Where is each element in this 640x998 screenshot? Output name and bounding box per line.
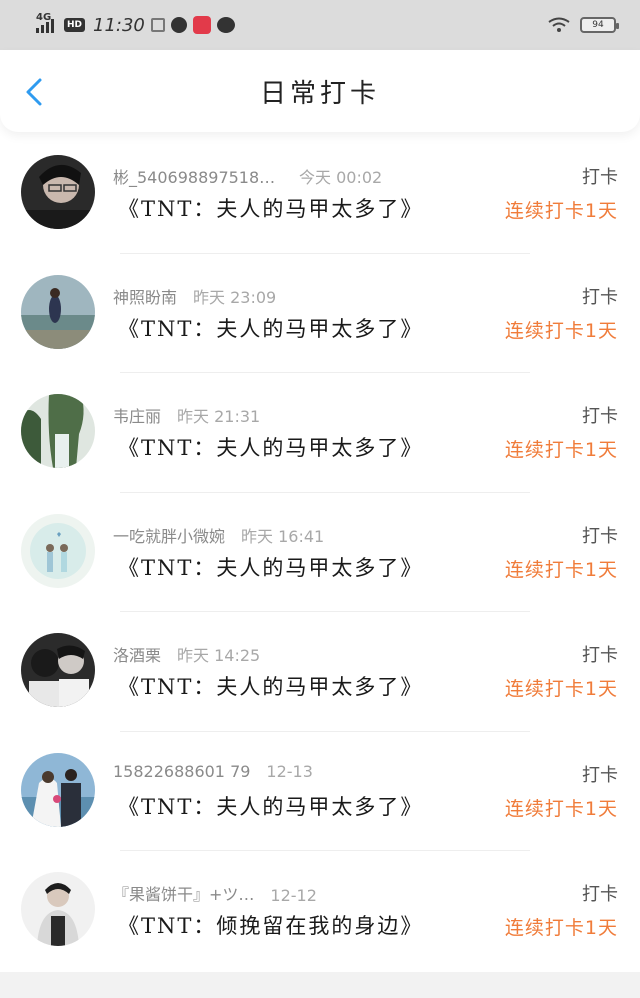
- book-title[interactable]: 《TNT：夫人的马甲太多了》: [118, 791, 423, 821]
- signal-icon: 4G: [36, 12, 54, 33]
- bottom-edge: [0, 972, 640, 998]
- entry-meta: 韦庄丽 昨天 21:31: [113, 403, 260, 427]
- username[interactable]: 彬_5406988975180…: [113, 164, 283, 188]
- checkin-label: 打卡: [582, 764, 618, 786]
- avatar[interactable]: [21, 155, 95, 229]
- list-item[interactable]: 神照盼南 昨天 23:09 《TNT：夫人的马甲太多了》 打卡 连续打卡1天: [0, 254, 640, 373]
- checkin-list: 彬_5406988975180… 今天 00:02 《TNT：夫人的马甲太多了》 …: [0, 134, 640, 971]
- timestamp: 今天 00:02: [299, 168, 383, 187]
- battery-icon: 94: [580, 17, 619, 33]
- book-title[interactable]: 《TNT：夫人的马甲太多了》: [118, 552, 423, 582]
- list-item[interactable]: 彬_5406988975180… 今天 00:02 《TNT：夫人的马甲太多了》 …: [0, 134, 640, 254]
- timestamp: 昨天 16:41: [241, 526, 325, 546]
- book-title[interactable]: 《TNT：倾挽留在我的身边》: [118, 910, 423, 940]
- avatar[interactable]: [21, 872, 95, 946]
- streak-label: 连续打卡1天: [504, 678, 618, 700]
- username[interactable]: 『果酱饼干』+ツ…: [113, 881, 254, 905]
- book-title[interactable]: 《TNT：夫人的马甲太多了》: [118, 432, 423, 462]
- clock: 11:30: [93, 14, 145, 36]
- list-item[interactable]: 『果酱饼干』+ツ… 12-12 《TNT：倾挽留在我的身边》 打卡 连续打卡1天: [0, 851, 640, 971]
- entry-meta: 一吃就胖小微婉 昨天 16:41: [113, 523, 324, 547]
- timestamp: 昨天 23:09: [193, 287, 277, 307]
- entry-meta: 彬_5406988975180… 今天 00:02: [113, 164, 382, 188]
- checkin-label: 打卡: [582, 286, 618, 308]
- status-left: 4G HD 11:30: [36, 12, 235, 36]
- screenshot-icon: [150, 18, 165, 32]
- battery-level: 94: [592, 20, 604, 30]
- checkin-label: 打卡: [582, 645, 618, 666]
- avatar[interactable]: [21, 752, 95, 827]
- book-title[interactable]: 《TNT：夫人的马甲太多了》: [118, 313, 423, 343]
- checkin-label: 打卡: [582, 884, 618, 905]
- book-title[interactable]: 《TNT：夫人的马甲太多了》: [118, 193, 423, 223]
- timestamp: 昨天 14:25: [177, 646, 261, 665]
- timestamp: 昨天 21:31: [177, 407, 261, 426]
- entry-meta: 神照盼南 昨天 23:09: [113, 284, 276, 308]
- streak-label: 连续打卡1天: [504, 917, 618, 939]
- avatar[interactable]: [21, 513, 95, 588]
- list-item[interactable]: 一吃就胖小微婉 昨天 16:41 《TNT：夫人的马甲太多了》 打卡 连续打卡1天: [0, 493, 640, 612]
- avatar[interactable]: [21, 394, 95, 468]
- checkin-label: 打卡: [582, 406, 618, 427]
- entry-meta: 15822688601 79 12-13: [113, 762, 313, 781]
- avatar[interactable]: [21, 274, 95, 349]
- list-item[interactable]: 洛酒栗 昨天 14:25 《TNT：夫人的马甲太多了》 打卡 连续打卡1天: [0, 612, 640, 732]
- list-item[interactable]: 韦庄丽 昨天 21:31 《TNT：夫人的马甲太多了》 打卡 连续打卡1天: [0, 373, 640, 493]
- streak-label: 连续打卡1天: [504, 797, 618, 820]
- avatar[interactable]: [21, 633, 95, 707]
- streak-label: 连续打卡1天: [504, 558, 618, 581]
- streak-label: 连续打卡1天: [504, 439, 618, 461]
- app-icon: [170, 17, 187, 33]
- timestamp: 12-13: [266, 761, 313, 781]
- streak-label: 连续打卡1天: [504, 319, 618, 342]
- status-right: 94: [548, 17, 619, 33]
- header: 日常打卡: [0, 50, 640, 132]
- network-label: 4G: [36, 12, 52, 23]
- entry-meta: 洛酒栗 昨天 14:25: [113, 642, 260, 666]
- username[interactable]: 15822688601 79: [113, 762, 250, 781]
- status-bar: 4G HD 11:30 94: [0, 0, 640, 50]
- chevron-left-icon[interactable]: [20, 77, 50, 107]
- username[interactable]: 神照盼南: [113, 284, 177, 308]
- checkin-label: 打卡: [582, 525, 618, 547]
- checkin-label: 打卡: [582, 167, 618, 188]
- username[interactable]: 洛酒栗: [113, 642, 161, 666]
- red-app-icon: [192, 16, 211, 34]
- hd-icon: HD: [64, 18, 86, 32]
- page-title: 日常打卡: [259, 78, 380, 109]
- wechat-icon: [216, 17, 235, 33]
- username[interactable]: 一吃就胖小微婉: [113, 523, 225, 547]
- entry-meta: 『果酱饼干』+ツ… 12-12: [113, 881, 317, 905]
- list-item[interactable]: 15822688601 79 12-13 《TNT：夫人的马甲太多了》 打卡 连续…: [0, 732, 640, 851]
- username[interactable]: 韦庄丽: [113, 403, 161, 427]
- wifi-icon: [548, 17, 570, 32]
- timestamp: 12-12: [270, 886, 317, 905]
- streak-label: 连续打卡1天: [504, 200, 618, 222]
- book-title[interactable]: 《TNT：夫人的马甲太多了》: [118, 671, 423, 701]
